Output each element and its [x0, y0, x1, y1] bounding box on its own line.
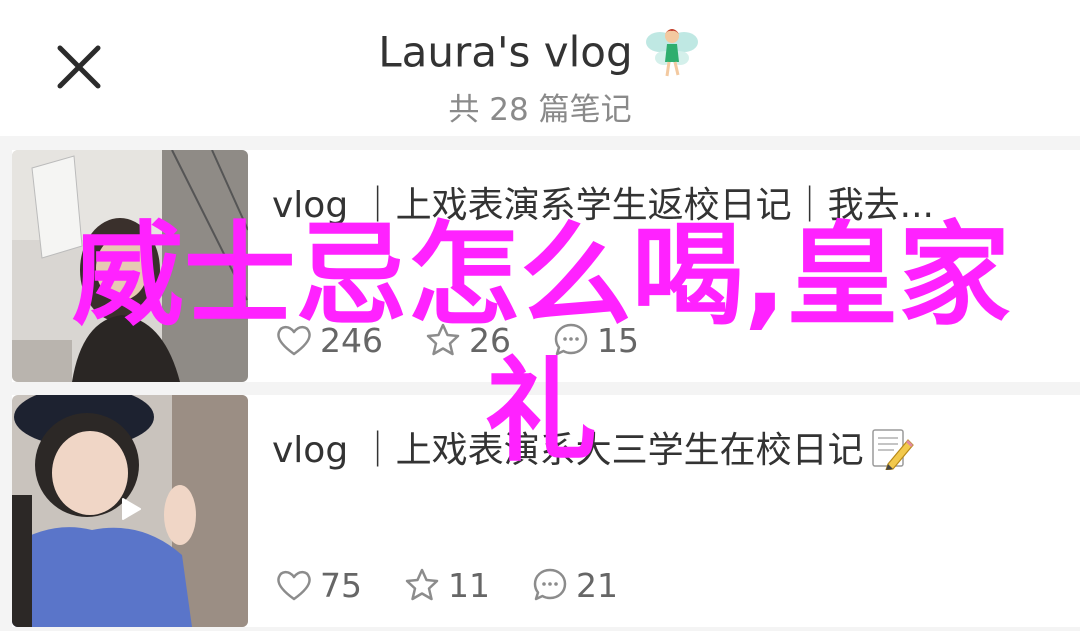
note-stats: 246 26 15 [274, 318, 679, 362]
like-button[interactable]: 75 [274, 565, 362, 605]
note-title-text: vlog ｜上戏表演系大三学生在校日记 [272, 430, 864, 471]
like-count: 246 [320, 320, 383, 360]
page-title: Laura's vlog [378, 27, 633, 77]
favorite-count: 11 [448, 565, 490, 605]
like-button[interactable]: 246 [274, 320, 383, 360]
note-card[interactable]: vlog ｜上戏表演系学生返校日记｜我去... 246 26 15 [12, 150, 1080, 382]
memo-pencil-icon [871, 429, 914, 470]
star-icon [426, 323, 460, 356]
video-play-icon [122, 498, 141, 520]
heart-icon [277, 570, 311, 601]
comment-button[interactable]: 15 [551, 320, 639, 360]
comment-button[interactable]: 21 [530, 565, 618, 605]
header: Laura's vlog 共 28 篇笔记 [0, 0, 1080, 136]
note-title[interactable]: vlog ｜上戏表演系大三学生在校日记 [272, 421, 914, 473]
notes-count: 共 28 篇笔记 [448, 92, 632, 128]
screen: Laura's vlog 共 28 篇笔记 vlog ｜上戏表演系学生返校日记｜… [0, 0, 1080, 631]
comment-count: 21 [576, 565, 618, 605]
heart-icon [277, 325, 311, 356]
note-card[interactable]: vlog ｜上戏表演系大三学生在校日记 75 11 21 [12, 395, 1080, 627]
comment-count: 15 [597, 320, 639, 360]
fairy-icon [645, 29, 698, 77]
note-stats: 75 11 21 [274, 563, 658, 607]
thumbnail-image [12, 150, 248, 382]
like-count: 75 [320, 565, 362, 605]
star-icon [405, 568, 439, 601]
note-thumbnail[interactable] [12, 395, 248, 627]
note-title[interactable]: vlog ｜上戏表演系学生返校日记｜我去... [272, 176, 934, 228]
comment-icon [533, 568, 567, 601]
favorite-button[interactable]: 26 [423, 320, 511, 360]
comment-icon [554, 323, 588, 356]
title-row: Laura's vlog [0, 22, 1080, 82]
favorite-count: 26 [469, 320, 511, 360]
note-thumbnail[interactable] [12, 150, 248, 382]
favorite-button[interactable]: 11 [402, 565, 490, 605]
